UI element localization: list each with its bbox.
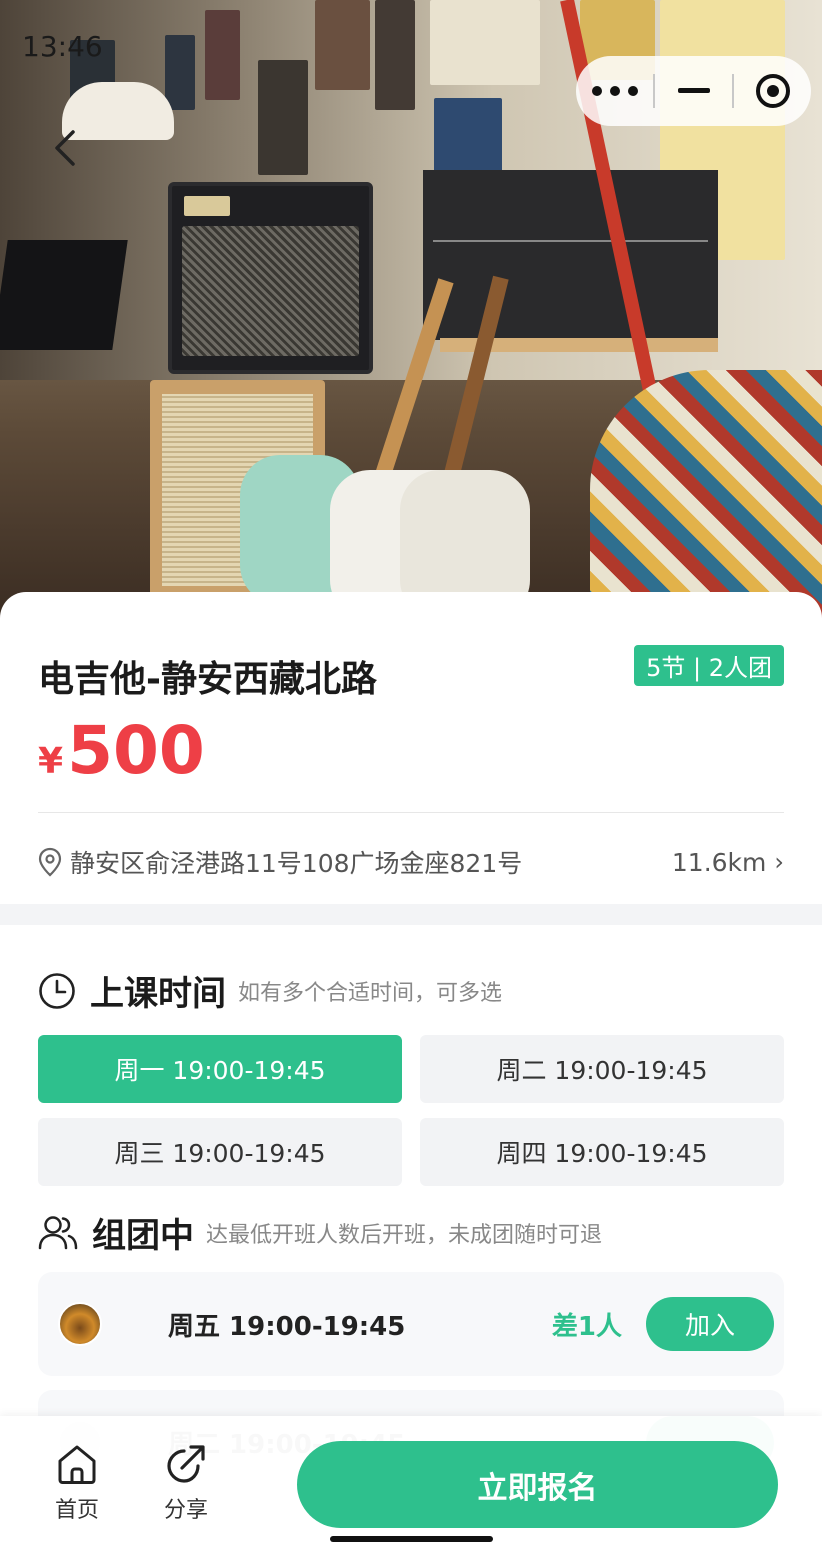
share-label: 分享 — [163, 1498, 208, 1523]
chevron-left-icon — [55, 130, 75, 166]
photo-music-stand — [0, 240, 128, 350]
home-indicator — [330, 1536, 493, 1542]
minus-icon — [677, 88, 710, 93]
more-button[interactable] — [576, 56, 653, 126]
photo-poster — [375, 0, 415, 110]
share-icon — [167, 1445, 205, 1483]
divider — [38, 812, 784, 813]
chevron-right-icon: › — [774, 848, 784, 876]
time-slot[interactable]: 周二 19:00-19:45 — [420, 1035, 784, 1103]
schedule-title: 上课时间 — [90, 974, 226, 1014]
photo-poster — [315, 0, 370, 90]
clock-icon — [39, 972, 75, 1009]
photo-poster — [258, 60, 308, 175]
course-title: 电吉他-静安西藏北路 — [38, 659, 377, 700]
address-text: 静安区俞泾港路11号108广场金座821号 — [70, 849, 523, 878]
price-currency: ¥ — [38, 741, 64, 782]
more-dots-icon — [591, 86, 638, 96]
groups-subtitle: 达最低开班人数后开班，未成团随时可退 — [206, 1222, 603, 1248]
schedule-header: 上课时间 如有多个合适时间，可多选 — [38, 966, 502, 1015]
location-pin-icon — [38, 847, 62, 877]
time-slot[interactable]: 周三 19:00-19:45 — [38, 1118, 402, 1186]
group-row: 周五 19:00-19:45 差1人 加入 — [38, 1272, 784, 1376]
home-label: 首页 — [54, 1498, 99, 1523]
groups-title: 组团中 — [92, 1216, 194, 1256]
time-slot[interactable]: 周一 19:00-19:45 — [38, 1035, 402, 1103]
back-button[interactable] — [44, 126, 84, 170]
minimize-button[interactable] — [655, 56, 732, 126]
course-price: ¥ 500 — [38, 712, 205, 789]
course-tag: 5节 | 2人团 — [634, 645, 784, 686]
share-nav-button[interactable]: 分享 — [151, 1442, 221, 1524]
groups-header: 组团中 达最低开班人数后开班，未成团随时可退 — [38, 1208, 602, 1257]
schedule-subtitle: 如有多个合适时间，可多选 — [238, 980, 503, 1006]
time-slot[interactable]: 周四 19:00-19:45 — [420, 1118, 784, 1186]
distance-text: 11.6km — [671, 847, 767, 877]
close-button[interactable] — [734, 56, 811, 126]
photo-poster — [165, 35, 195, 110]
mini-program-capsule — [576, 56, 811, 126]
target-icon — [755, 74, 790, 108]
avatar — [58, 1302, 102, 1346]
users-icon — [38, 1215, 78, 1249]
photo-banner — [423, 170, 718, 340]
enroll-button[interactable]: 立即报名 — [297, 1441, 778, 1528]
home-icon — [58, 1445, 96, 1484]
photo-poster — [205, 10, 240, 100]
photo-rug — [590, 370, 822, 620]
group-time: 周五 19:00-19:45 — [168, 1311, 406, 1342]
group-need: 差1人 — [551, 1311, 622, 1342]
join-button[interactable]: 加入 — [646, 1297, 774, 1351]
photo-amp — [168, 182, 373, 374]
status-time: 13:46 — [22, 30, 103, 63]
price-value: 500 — [67, 712, 205, 789]
photo-poster — [430, 0, 540, 85]
home-nav-button[interactable]: 首页 — [42, 1442, 112, 1524]
address-row[interactable]: 静安区俞泾港路11号108广场金座821号 11.6km › — [38, 840, 784, 884]
